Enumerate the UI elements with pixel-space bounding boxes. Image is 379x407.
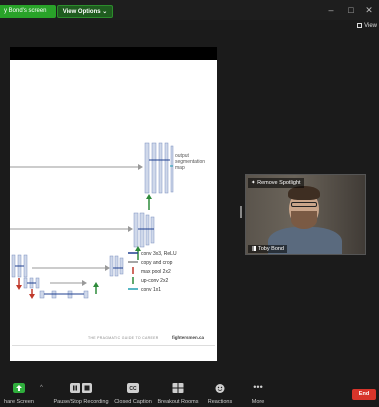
reactions-label: Reactions: [207, 399, 233, 405]
share-screen-icon: [13, 383, 25, 393]
view-button[interactable]: View: [357, 22, 377, 30]
share-options-chevron-icon[interactable]: ^: [40, 385, 43, 391]
restore-icon[interactable]: □: [344, 4, 358, 16]
reactions-icon: [215, 384, 225, 393]
participant-glasses: [291, 202, 317, 207]
participant-beard: [291, 211, 317, 229]
encoder-level-2: [23, 277, 40, 289]
view-options-button[interactable]: View Options ⌄: [57, 5, 113, 18]
more-icon: •••: [253, 382, 263, 392]
legend: [128, 252, 138, 290]
participant-name: Toby Bond: [258, 246, 284, 252]
panel-resize-handle[interactable]: [240, 206, 242, 218]
copy-crop-arrows: [10, 166, 138, 284]
bottleneck: [39, 290, 89, 299]
slide-footer-text: THE PRAGMATIC GUIDE TO CAREER: [88, 336, 159, 340]
closed-caption-button[interactable]: CC Closed Caption: [113, 380, 153, 407]
title-bar: y Bond's screen View Options ⌄ – □ ✕: [0, 0, 379, 20]
remove-spotlight-button[interactable]: ✦ Remove Spotlight: [248, 178, 304, 188]
breakout-rooms-icon: [172, 383, 184, 393]
slide-header-band: [10, 47, 217, 60]
more-button[interactable]: ••• More: [240, 380, 276, 407]
close-icon[interactable]: ✕: [362, 4, 376, 16]
reactions-button[interactable]: Reactions: [202, 380, 238, 407]
more-label: More: [251, 399, 265, 405]
output-feature-maps: [144, 142, 174, 194]
end-meeting-button[interactable]: End: [352, 389, 376, 400]
legend-label-copy: copy and crop: [141, 260, 173, 266]
decoder-level-2: [133, 212, 155, 248]
legend-label-conv: conv 3x3, ReLU: [141, 251, 177, 257]
screen-share-indicator: y Bond's screen: [0, 5, 56, 18]
remove-spotlight-label: Remove Spotlight: [257, 180, 301, 186]
participant-hair: [288, 186, 320, 200]
cc-icon: CC: [127, 383, 139, 393]
pause-stop-recording-button[interactable]: Pause/Stop Recording: [50, 380, 112, 407]
svg-text:CC: CC: [129, 386, 137, 392]
slide-footer-rule: [12, 345, 215, 346]
participant-name-tag: Toby Bond: [248, 245, 287, 253]
legend-label-upconv: up-conv 2x2: [141, 278, 168, 284]
share-screen-button[interactable]: hare Screen: [0, 380, 38, 407]
minimize-icon[interactable]: –: [324, 4, 338, 16]
slide-footer-brand: fightersmen.ca: [172, 335, 205, 340]
closed-caption-label: Closed Caption: [114, 399, 152, 405]
legend-label-maxpool: max pool 2x2: [141, 269, 171, 275]
recording-icon: [70, 383, 92, 393]
breakout-rooms-button[interactable]: Breakout Rooms: [155, 380, 201, 407]
meeting-toolbar: hare Screen ^ Pause/Stop Recording CC Cl…: [0, 380, 379, 407]
output-label-line-3: map: [175, 165, 185, 171]
share-screen-label: hare Screen: [4, 399, 34, 405]
signal-icon: [251, 246, 256, 251]
shared-slide: output segmentation map conv 3x3, ReLU c…: [10, 60, 217, 361]
grid-view-icon: [357, 23, 363, 28]
decoder-level-3: [109, 255, 124, 277]
encoder-level-1: [11, 254, 28, 278]
unet-diagram: output segmentation map conv 3x3, ReLU c…: [10, 142, 205, 299]
view-button-label: View: [364, 23, 377, 29]
pause-stop-recording-label: Pause/Stop Recording: [53, 399, 109, 405]
legend-label-conv1x1: conv 1x1: [141, 287, 161, 293]
breakout-rooms-label: Breakout Rooms: [157, 399, 199, 405]
